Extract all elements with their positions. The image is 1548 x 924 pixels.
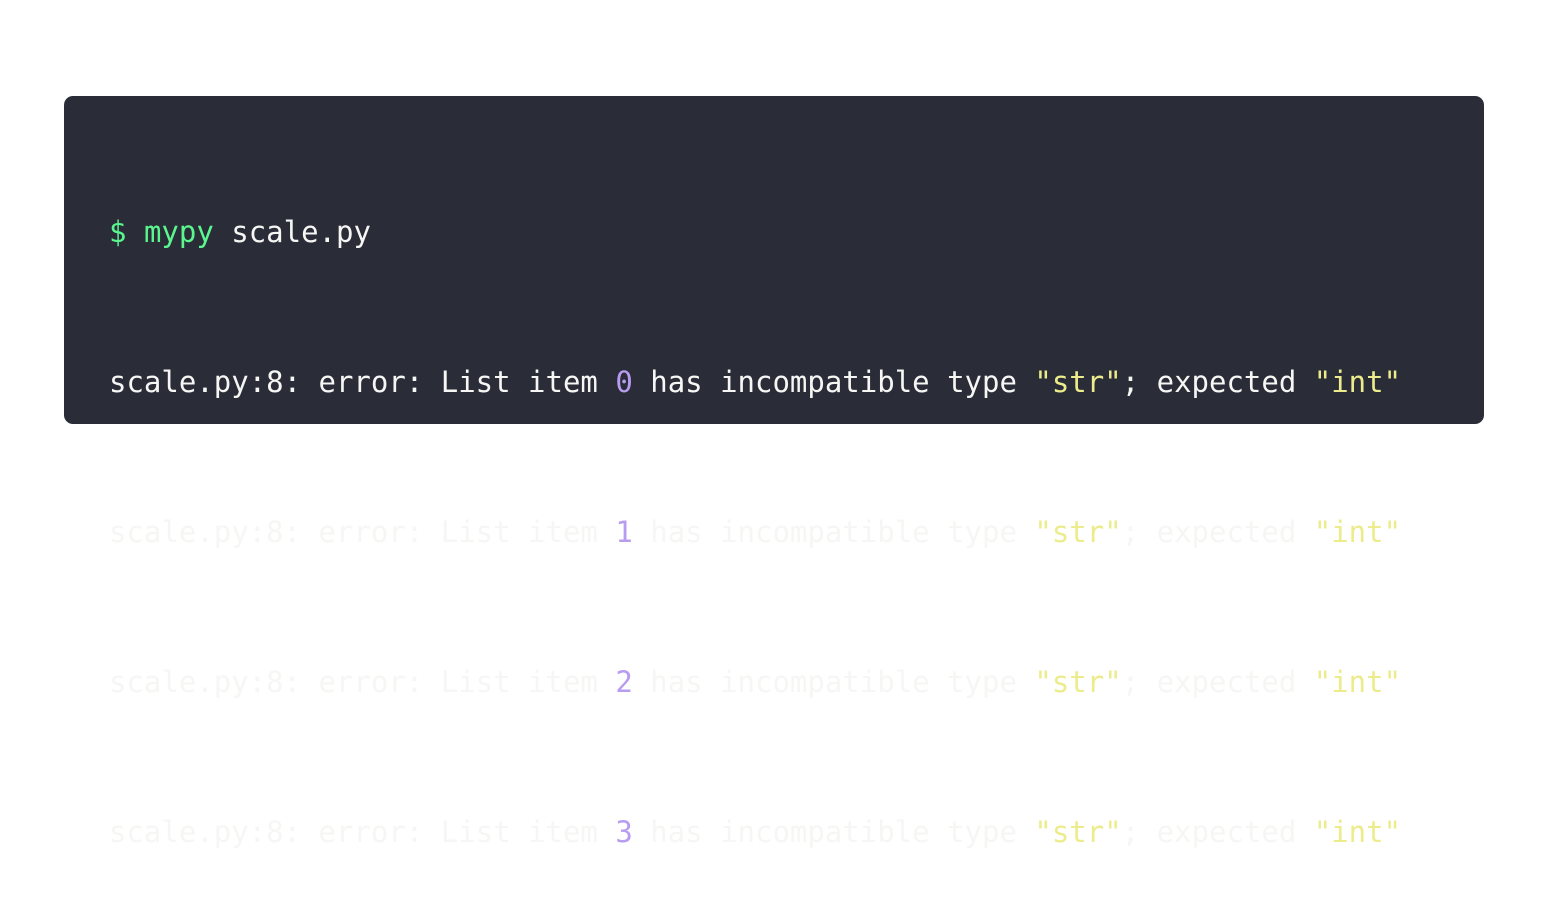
- error-separator: ; expected: [1121, 515, 1314, 549]
- terminal-output: $ mypy scale.py scale.py:8: error: List …: [109, 140, 1401, 924]
- got-type: "str": [1034, 665, 1122, 699]
- expected-type: "int": [1313, 665, 1402, 699]
- expected-type: "int": [1313, 515, 1402, 549]
- command-name: mypy: [143, 215, 214, 249]
- error-middle: has incompatible type: [632, 515, 1035, 549]
- error-line: scale.py:8: error: List item 0 has incom…: [109, 358, 1401, 406]
- expected-type: "int": [1313, 815, 1402, 849]
- got-type: "str": [1034, 365, 1122, 399]
- command-argument: scale.py: [231, 215, 371, 249]
- list-index: 1: [615, 515, 633, 549]
- error-prefix: scale.py:8: error: List item: [109, 365, 616, 399]
- error-separator: ; expected: [1121, 365, 1314, 399]
- expected-type: "int": [1313, 365, 1402, 399]
- prompt-symbol: $: [109, 215, 127, 249]
- error-prefix: scale.py:8: error: List item: [109, 815, 616, 849]
- error-line: scale.py:8: error: List item 3 has incom…: [109, 808, 1401, 856]
- error-prefix: scale.py:8: error: List item: [109, 515, 616, 549]
- list-index: 3: [615, 815, 633, 849]
- error-separator: ; expected: [1121, 665, 1314, 699]
- error-prefix: scale.py:8: error: List item: [109, 665, 616, 699]
- terminal-window: $ mypy scale.py scale.py:8: error: List …: [64, 96, 1484, 849]
- error-middle: has incompatible type: [632, 815, 1035, 849]
- error-line: scale.py:8: error: List item 1 has incom…: [109, 508, 1401, 556]
- error-line: scale.py:8: error: List item 2 has incom…: [109, 658, 1401, 706]
- list-index: 2: [615, 665, 633, 699]
- error-middle: has incompatible type: [632, 665, 1035, 699]
- error-middle: has incompatible type: [632, 365, 1035, 399]
- got-type: "str": [1034, 815, 1122, 849]
- command-line: $ mypy scale.py: [109, 208, 1401, 256]
- list-index: 0: [615, 365, 633, 399]
- got-type: "str": [1034, 515, 1122, 549]
- error-separator: ; expected: [1121, 815, 1314, 849]
